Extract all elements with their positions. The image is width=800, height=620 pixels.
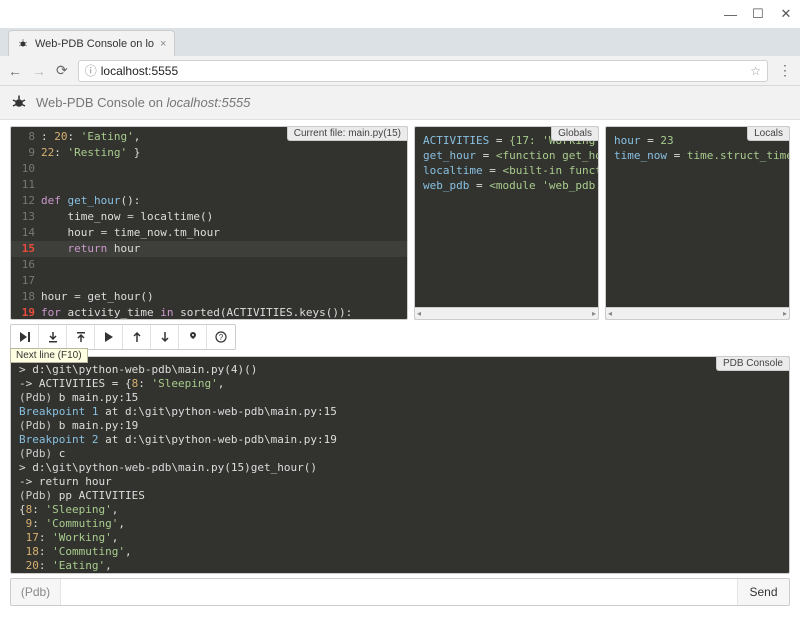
continue-button[interactable] <box>95 325 123 349</box>
code-line[interactable]: 12def get_hour(): <box>11 193 407 209</box>
down-button[interactable] <box>151 325 179 349</box>
url-text: localhost:5555 <box>101 64 178 78</box>
locals-label: Locals <box>747 127 789 141</box>
where-icon <box>188 331 198 343</box>
tab-close-icon[interactable]: × <box>160 38 166 50</box>
page-title: Web-PDB Console on localhost:5555 <box>36 95 250 110</box>
pdb-input[interactable] <box>61 579 737 605</box>
browser-tab-bar: Web-PDB Console on lo × <box>0 28 800 56</box>
up-icon <box>132 331 142 343</box>
star-icon[interactable]: ☆ <box>750 64 761 78</box>
continue-icon <box>104 331 114 343</box>
code-line[interactable]: 10 <box>11 161 407 177</box>
scrollbar-h[interactable]: ◂▸ <box>606 307 789 319</box>
console-body[interactable]: > d:\git\python-web-pdb\main.py(4)()-> A… <box>11 357 789 573</box>
locals-body[interactable]: hour = 23time_now = time.struct_time(tm_… <box>606 127 789 307</box>
code-line[interactable]: 17 <box>11 273 407 289</box>
reload-icon[interactable]: ⟳ <box>56 62 68 79</box>
bug-icon <box>10 94 28 112</box>
maximize-icon[interactable]: ☐ <box>752 6 764 22</box>
page-header: Web-PDB Console on localhost:5555 <box>0 86 800 120</box>
send-button[interactable]: Send <box>737 579 789 605</box>
scrollbar-h[interactable]: ◂▸ <box>415 307 598 319</box>
bug-icon <box>17 38 29 50</box>
back-icon[interactable]: ← <box>8 63 22 79</box>
locals-panel: Locals hour = 23time_now = time.struct_t… <box>605 126 790 320</box>
prompt-label: (Pdb) <box>11 579 61 605</box>
step-out-button[interactable] <box>67 325 95 349</box>
forward-icon[interactable]: → <box>32 63 46 79</box>
code-line[interactable]: 19for activity_time in sorted(ACTIVITIES… <box>11 305 407 319</box>
where-button[interactable] <box>179 325 207 349</box>
code-line[interactable]: 11 <box>11 177 407 193</box>
address-bar[interactable]: ⓘ localhost:5555 ☆ <box>78 60 768 82</box>
code-panel: Current file: main.py(15) 8: 20: 'Eating… <box>10 126 408 320</box>
code-line[interactable]: 18hour = get_hour() <box>11 289 407 305</box>
pdb-prompt-row: (Pdb) Send <box>10 578 790 606</box>
tooltip: Next line (F10) <box>10 348 88 363</box>
code-panel-label: Current file: main.py(15) <box>287 127 407 141</box>
menu-icon[interactable]: ⋮ <box>778 62 792 79</box>
minimize-icon[interactable]: — <box>724 7 736 22</box>
code-line[interactable]: 15 return hour <box>11 241 407 257</box>
code-line[interactable]: 14 hour = time_now.tm_hour <box>11 225 407 241</box>
step-out-icon <box>75 331 87 343</box>
browser-tab[interactable]: Web-PDB Console on lo × <box>8 30 175 56</box>
step-in-icon <box>47 331 59 343</box>
help-button[interactable]: ? <box>207 325 235 349</box>
code-body[interactable]: 8: 20: 'Eating',922: 'Resting' }10 11 12… <box>11 127 407 319</box>
code-line[interactable]: 16 <box>11 257 407 273</box>
next-button[interactable] <box>11 325 39 349</box>
step-in-button[interactable] <box>39 325 67 349</box>
code-line[interactable]: 13 time_now = localtime() <box>11 209 407 225</box>
up-button[interactable] <box>123 325 151 349</box>
close-icon[interactable]: ✕ <box>780 6 792 22</box>
console-label: PDB Console <box>716 357 789 371</box>
next-icon <box>19 331 31 343</box>
down-icon <box>160 331 170 343</box>
window-controls: — ☐ ✕ <box>0 0 800 28</box>
svg-text:?: ? <box>219 333 224 342</box>
globals-panel: Globals ACTIVITIES = {17: 'Working', 18:… <box>414 126 599 320</box>
debug-toolbar: ? <box>10 324 236 350</box>
help-icon: ? <box>215 331 227 343</box>
info-icon: ⓘ <box>85 62 97 79</box>
console-panel: PDB Console > d:\git\python-web-pdb\main… <box>10 356 790 574</box>
browser-toolbar: ← → ⟳ ⓘ localhost:5555 ☆ ⋮ <box>0 56 800 86</box>
globals-label: Globals <box>551 127 598 141</box>
code-line[interactable]: 922: 'Resting' } <box>11 145 407 161</box>
globals-body[interactable]: ACTIVITIES = {17: 'Working', 18: 'get_ho… <box>415 127 598 307</box>
tab-title: Web-PDB Console on lo <box>35 38 154 50</box>
